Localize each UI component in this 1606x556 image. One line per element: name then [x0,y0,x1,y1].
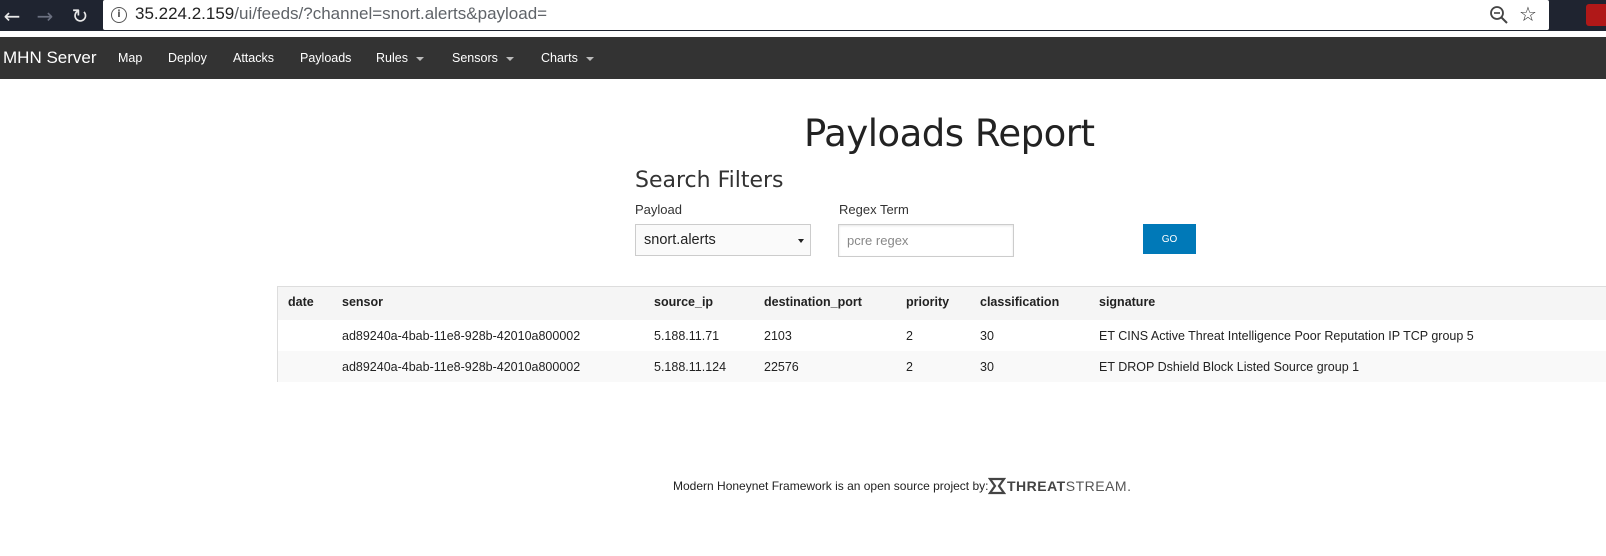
forward-arrow-icon[interactable]: → [33,4,57,28]
column-header-source-ip[interactable]: source_ip [654,295,713,309]
top-navbar: MHN Server Map Deploy Attacks Payloads R… [0,37,1606,79]
regex-term-label: Regex Term [839,202,909,217]
info-icon[interactable]: i [111,7,127,23]
payload-label: Payload [635,202,682,217]
nav-item-label: Sensors [452,51,498,65]
cell-classification: 30 [980,360,994,374]
go-button[interactable]: GO [1143,224,1196,254]
column-header-classification[interactable]: classification [980,295,1059,309]
regex-input[interactable] [838,224,1014,257]
reload-icon[interactable]: ↻ [68,4,92,28]
column-header-priority[interactable]: priority [906,295,949,309]
nav-item-label: Charts [541,51,578,65]
cell-classification: 30 [980,329,994,343]
chevron-down-icon [798,239,804,243]
column-header-date[interactable]: date [288,295,314,309]
column-header-signature[interactable]: signature [1099,295,1155,309]
nav-item-sensors[interactable]: Sensors [452,51,514,65]
cell-source-ip: 5.188.11.124 [654,360,727,374]
footer-text: Modern Honeynet Framework is an open sou… [673,479,989,493]
address-bar[interactable]: i 35.224.2.159/ui/feeds/?channel=snort.a… [103,0,1549,30]
page-title: Payloads Report [804,112,1095,155]
nav-item-label: Attacks [233,51,274,65]
cell-signature: ET DROP Dshield Block Listed Source grou… [1099,360,1360,374]
logo-text-light: STREAM. [1065,478,1132,494]
cell-priority: 2 [906,360,913,374]
chevron-down-icon [415,56,424,61]
logo-text-bold: THREAT [1007,478,1066,494]
nav-item-charts[interactable]: Charts [541,51,594,65]
nav-item-deploy[interactable]: Deploy [168,51,207,65]
search-filters-heading: Search Filters [635,168,784,193]
nav-item-attacks[interactable]: Attacks [233,51,274,65]
cell-sensor: ad89240a-4bab-11e8-928b-42010a800002 [342,329,581,343]
cell-source-ip: 5.188.11.71 [654,329,720,343]
url-text[interactable]: 35.224.2.159/ui/feeds/?channel=snort.ale… [135,4,547,24]
column-header-destination-port[interactable]: destination_port [764,295,862,309]
results-table: date sensor source_ip destination_port p… [277,286,1606,382]
extension-icon[interactable] [1586,4,1606,26]
cell-destination-port: 2103 [764,329,792,343]
nav-item-label: Rules [376,51,408,65]
nav-item-label: Payloads [300,51,352,65]
nav-item-rules[interactable]: Rules [376,51,424,65]
chevron-down-icon [585,56,594,61]
table-row: ad89240a-4bab-11e8-928b-42010a800002 5.1… [278,320,1606,351]
browser-toolbar: ← → ↻ i 35.224.2.159/ui/feeds/?channel=s… [0,0,1606,31]
cell-signature: ET CINS Active Threat Intelligence Poor … [1099,329,1474,343]
payload-select[interactable]: snort.alerts [635,224,811,256]
chevron-down-icon [505,56,514,61]
table-header-row: date sensor source_ip destination_port p… [278,287,1606,321]
cell-priority: 2 [906,329,913,343]
threatstream-logo-icon [988,477,1006,495]
back-arrow-icon[interactable]: ← [0,4,24,28]
zoom-out-icon[interactable] [1489,5,1509,25]
cell-destination-port: 22576 [764,360,799,374]
nav-item-label: Deploy [168,51,207,65]
cell-sensor: ad89240a-4bab-11e8-928b-42010a800002 [342,360,581,374]
url-path: /ui/feeds/?channel=snort.alerts&payload= [234,4,548,23]
nav-item-label: Map [118,51,143,65]
logo-text: THREATSTREAM. [1007,478,1131,494]
nav-item-map[interactable]: Map [118,51,142,65]
payload-select-value: snort.alerts [644,232,716,248]
brand-logo[interactable]: MHN Server [3,48,97,68]
table-row: ad89240a-4bab-11e8-928b-42010a800002 5.1… [278,351,1606,382]
nav-item-payloads[interactable]: Payloads [300,51,351,65]
url-host: 35.224.2.159 [135,4,235,23]
column-header-sensor[interactable]: sensor [342,295,383,309]
star-icon[interactable]: ☆ [1519,2,1537,26]
